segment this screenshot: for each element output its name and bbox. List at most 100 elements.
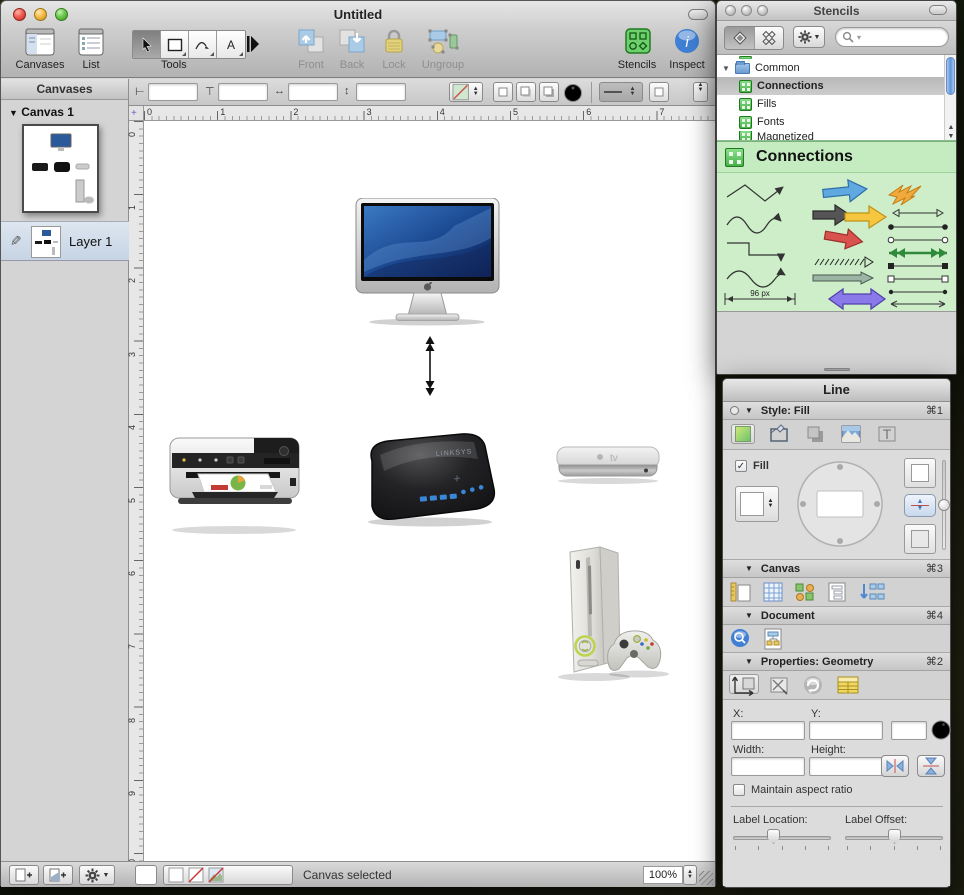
label-location-slider[interactable] [733, 836, 831, 840]
stencil-item-fonts[interactable]: Fonts [717, 113, 956, 131]
layout-tab[interactable] [857, 581, 881, 601]
inspect-toolbar-button[interactable]: i Inspect [665, 27, 709, 71]
text-fill-tab[interactable]: T [875, 424, 899, 444]
shadow-style-button-1[interactable] [493, 82, 513, 102]
zoom-stepper[interactable]: ▲▼ [683, 865, 697, 885]
inspector-close-circle-icon[interactable] [730, 406, 739, 415]
stencils-collapse-widget[interactable] [929, 5, 947, 15]
disclosure-triangle-icon[interactable]: ▼ [745, 657, 753, 666]
stencil-hatched-arrow[interactable] [815, 257, 873, 267]
canvas-size-tab[interactable] [729, 581, 753, 601]
canvases-toolbar-button[interactable]: Canvases [15, 27, 65, 71]
stencil-item-magnetized[interactable]: Magnetized [717, 131, 956, 141]
imac-object[interactable] [354, 198, 501, 326]
stencil-green-double-arrow-line[interactable] [889, 248, 947, 258]
zoom-level-field[interactable]: 100% [643, 866, 683, 884]
router-object[interactable]: LINKSYS [356, 431, 500, 529]
sidebar-canvas-row[interactable]: ▼ Canvas 1 [1, 100, 128, 119]
stencil-orthogonal-line[interactable] [727, 243, 781, 261]
fill-style-button[interactable]: ▲▼ [449, 82, 483, 102]
stencil-line-open-arrows[interactable] [893, 210, 943, 217]
ungroup-toolbar-button[interactable]: Ungroup [415, 27, 471, 71]
stencil-zigzag-line[interactable] [727, 185, 783, 201]
style-section-header[interactable]: ▼ Style: Fill ⌘1 [723, 402, 950, 420]
list-toolbar-button[interactable]: List [71, 27, 111, 71]
width-field[interactable] [731, 757, 805, 776]
back-toolbar-button[interactable]: Back [333, 27, 371, 71]
disclosure-triangle-icon[interactable]: ▼ [745, 564, 753, 573]
panel-resize-handle[interactable] [824, 368, 850, 371]
gradient-end-swatch[interactable] [904, 524, 936, 554]
shape-tool-button[interactable] [161, 31, 189, 58]
geometry-section-header[interactable]: ▼ Properties: Geometry ⌘2 [723, 653, 950, 671]
label-offset-slider[interactable] [845, 836, 943, 840]
stencil-yellow-arrow[interactable] [845, 206, 886, 228]
stencil-line-thin-arrows[interactable] [891, 301, 945, 307]
front-toolbar-button[interactable]: Front [291, 27, 331, 71]
selection-tool-button[interactable] [133, 31, 161, 58]
x-field[interactable] [731, 721, 805, 740]
disclosure-triangle-icon[interactable]: ▼ [745, 611, 753, 620]
y-field[interactable] [809, 721, 883, 740]
shape-transform-tab[interactable] [767, 674, 791, 694]
slider-thumb[interactable] [888, 829, 901, 844]
collapse-widget[interactable] [688, 9, 708, 20]
new-canvas-button[interactable] [9, 865, 39, 885]
stencil-search-field[interactable]: ▾ [835, 27, 949, 47]
shadow-tab[interactable] [803, 424, 827, 444]
apple-tv-object[interactable]: tv [554, 443, 662, 487]
line-endpoint-button[interactable] [649, 82, 669, 102]
tools-overflow-icon[interactable] [246, 34, 260, 54]
text-tool-button[interactable]: A [217, 31, 245, 58]
stencil-list-scrollbar[interactable]: ▲▼ [944, 55, 956, 141]
note-tab[interactable] [835, 674, 859, 694]
stencil-line-filled-dots[interactable] [888, 224, 948, 230]
height-field[interactable] [809, 757, 883, 776]
shadow-style-button-2[interactable] [516, 82, 536, 102]
stencil-item-connections[interactable]: Connections [717, 77, 956, 95]
lock-toolbar-button[interactable]: Lock [375, 27, 413, 71]
flip-vertical-button[interactable] [917, 755, 945, 777]
disclosure-triangle-icon[interactable]: ▼ [717, 64, 735, 73]
slider-knob[interactable] [938, 499, 950, 511]
stencil-item-fills[interactable]: Fills [717, 95, 956, 113]
document-data-tab[interactable] [761, 628, 785, 648]
x-position-field[interactable] [148, 83, 198, 101]
y-position-field[interactable] [218, 83, 268, 101]
canvas-section-header[interactable]: ▼ Canvas ⌘3 [723, 560, 950, 578]
stencil-view-icons-button[interactable] [725, 27, 754, 49]
stencils-toolbar-button[interactable]: Stencils [614, 27, 660, 71]
fill-tab[interactable] [731, 424, 755, 444]
scrollbar-arrows[interactable]: ▲▼ [945, 123, 956, 141]
stencil-red-arrow[interactable] [823, 225, 864, 251]
new-layer-button[interactable] [43, 865, 73, 885]
slider-thumb[interactable] [767, 829, 780, 844]
scrollbar-thumb[interactable] [946, 57, 955, 95]
stencil-line-open-circles[interactable] [888, 237, 948, 243]
rotation-dial[interactable] [931, 720, 951, 740]
stroke-tab[interactable] [767, 424, 791, 444]
outline-tab[interactable] [825, 581, 849, 601]
fill-color-well[interactable]: ▲▼ [735, 486, 779, 522]
connection-arrow-object[interactable] [423, 336, 437, 396]
document-magnify-tab[interactable] [729, 628, 753, 648]
canvas-fill-swatch[interactable] [135, 865, 157, 885]
maintain-aspect-ratio-checkbox[interactable] [733, 784, 745, 796]
stencil-line-filled-squares[interactable] [888, 263, 948, 269]
printer-object[interactable] [164, 426, 306, 538]
rotation-tab[interactable] [801, 674, 825, 694]
stencil-measurement-line[interactable]: 96 px [725, 289, 795, 305]
grid-tab[interactable] [761, 581, 785, 601]
stencil-curved-line[interactable] [727, 217, 781, 233]
stencil-solid-arrow[interactable] [813, 272, 873, 284]
window-resize-grip[interactable] [699, 871, 713, 885]
width-field[interactable] [288, 83, 338, 101]
fill-gradient-dial[interactable] [795, 458, 885, 550]
disclosure-triangle-icon[interactable]: ▼ [745, 406, 753, 415]
canvas-thumbnail[interactable] [22, 124, 99, 213]
stencil-gear-menu-button[interactable]: ▼ [793, 26, 825, 48]
image-tab[interactable] [839, 424, 863, 444]
disclosure-triangle-icon[interactable]: ▼ [9, 108, 18, 118]
status-gear-menu-button[interactable]: ▼ [79, 865, 115, 885]
stencil-purple-double-arrow[interactable] [829, 289, 885, 309]
